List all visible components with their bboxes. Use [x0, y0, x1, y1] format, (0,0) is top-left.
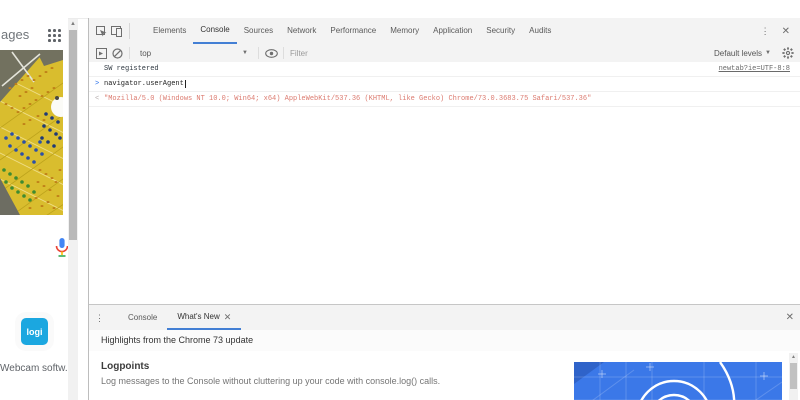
- console-sidebar-icon[interactable]: [93, 45, 109, 61]
- eye-icon[interactable]: [263, 45, 279, 61]
- filter-input[interactable]: [288, 47, 714, 59]
- article-illustration: [574, 362, 782, 400]
- console-source-link[interactable]: newtab?ie=UTF-8:8: [719, 65, 790, 73]
- context-selector-value: top: [140, 48, 152, 58]
- scroll-up-icon[interactable]: ▲: [68, 19, 78, 29]
- divider: [129, 23, 130, 39]
- drawer-tab-whats-new-label: What's New: [177, 311, 220, 321]
- tab-performance[interactable]: Performance: [323, 18, 383, 44]
- drawer-tabbar: ⋮ Console What's New ✕ ✕: [89, 305, 800, 331]
- text-cursor: [184, 80, 186, 88]
- drawer-tab-console[interactable]: Console: [118, 305, 167, 330]
- drawer-tab-console-label: Console: [128, 312, 158, 322]
- console-result-row: < "Mozilla/5.0 (Windows NT 10.0; Win64; …: [89, 92, 800, 107]
- logitech-logo[interactable]: logi: [21, 318, 48, 345]
- console-toolbar: top ▼ Default levels ▼: [89, 44, 800, 63]
- context-selector[interactable]: top ▼: [134, 46, 254, 60]
- gear-icon[interactable]: [780, 45, 796, 61]
- devtools-tabs: Elements Console Sources Network Perform…: [146, 18, 558, 44]
- whats-new-scrollbar[interactable]: ▲: [789, 353, 798, 400]
- apps-grid-icon[interactable]: [48, 29, 62, 43]
- drawer-tab-whats-new[interactable]: What's New ✕: [167, 305, 242, 330]
- console-result-text: "Mozilla/5.0 (Windows NT 10.0; Win64; x6…: [104, 95, 592, 103]
- close-tab-icon[interactable]: ✕: [224, 306, 232, 328]
- console-messages[interactable]: SW registered newtab?ie=UTF-8:8 > naviga…: [89, 62, 800, 305]
- clear-console-icon[interactable]: [109, 45, 125, 61]
- page-scrollbar[interactable]: ▲: [68, 19, 78, 400]
- background-page: ages logi Webcam softw...: [0, 0, 70, 400]
- search-result-image[interactable]: [0, 50, 63, 215]
- return-arrow-icon: <: [95, 95, 100, 103]
- inspect-element-icon[interactable]: [93, 23, 109, 39]
- tab-memory[interactable]: Memory: [383, 18, 426, 44]
- tab-console[interactable]: Console: [193, 18, 237, 44]
- tabbar-right-controls: ⋮ ✕: [755, 26, 800, 37]
- console-command-row[interactable]: > navigator.userAgent: [89, 77, 800, 92]
- devtools-drawer: ⋮ Console What's New ✕ ✕ Highlights from…: [89, 304, 800, 400]
- log-levels-dropdown[interactable]: Default levels ▼: [714, 49, 780, 58]
- tab-sources[interactable]: Sources: [237, 18, 280, 44]
- console-log-row: SW registered newtab?ie=UTF-8:8: [89, 62, 800, 77]
- divider: [283, 47, 284, 59]
- device-toolbar-icon[interactable]: [109, 23, 125, 39]
- divider: [258, 47, 259, 59]
- result-caption[interactable]: Webcam softw...: [0, 363, 70, 374]
- console-log-text: SW registered: [104, 65, 159, 73]
- drawer-tabs: Console What's New ✕: [118, 305, 242, 330]
- more-options-icon[interactable]: ⋮: [755, 26, 776, 36]
- whats-new-scrollbar-thumb[interactable]: [790, 363, 797, 389]
- page-header-text[interactable]: ages: [1, 27, 29, 42]
- article-title[interactable]: Logpoints: [101, 361, 149, 372]
- highlights-header: Highlights from the Chrome 73 update: [89, 330, 800, 352]
- devtools-tabbar: Elements Console Sources Network Perform…: [89, 18, 800, 45]
- whats-new-content: Logpoints Log messages to the Console wi…: [89, 351, 800, 400]
- tab-audits[interactable]: Audits: [522, 18, 558, 44]
- prompt-chevron-icon: >: [95, 80, 100, 88]
- page-scrollbar-thumb[interactable]: [69, 30, 77, 240]
- devtools-panel: Elements Console Sources Network Perform…: [88, 18, 800, 400]
- close-devtools-icon[interactable]: ✕: [776, 26, 796, 37]
- divider: [129, 47, 130, 59]
- chevron-down-icon: ▼: [242, 50, 248, 56]
- console-command-text: navigator.userAgent: [104, 80, 184, 88]
- tab-network[interactable]: Network: [280, 18, 323, 44]
- log-levels-label: Default levels: [714, 48, 763, 58]
- drawer-more-options-icon[interactable]: ⋮: [89, 313, 110, 323]
- close-drawer-icon[interactable]: ✕: [780, 312, 800, 323]
- scroll-up-icon[interactable]: ▲: [789, 353, 798, 362]
- screen: ages logi Webcam softw... ▲ Elements Con…: [0, 0, 800, 400]
- filter-field[interactable]: [288, 44, 714, 62]
- chevron-down-icon: ▼: [765, 50, 771, 56]
- logitech-logo-text: logi: [26, 326, 43, 337]
- tab-elements[interactable]: Elements: [146, 18, 193, 44]
- tab-security[interactable]: Security: [479, 18, 522, 44]
- article-description: Log messages to the Console without clut…: [101, 376, 441, 386]
- tab-application[interactable]: Application: [426, 18, 479, 44]
